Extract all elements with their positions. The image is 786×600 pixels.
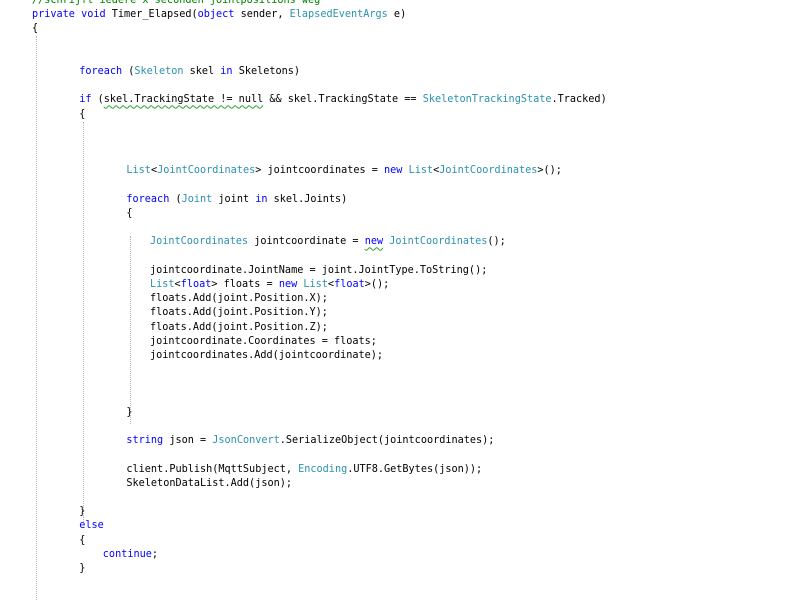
- code-token: in: [220, 66, 233, 77]
- code-token: .Tracked): [551, 94, 607, 106]
- code-token: {: [126, 208, 133, 219]
- code-token: List: [126, 165, 151, 177]
- code-line[interactable]: {: [79, 108, 85, 122]
- code-token: float: [180, 279, 212, 290]
- code-token: {: [32, 23, 39, 35]
- code-token: floats.Add(joint.Position.Y);: [150, 307, 328, 319]
- code-token: Skeletons): [232, 66, 301, 77]
- code-token: client.Publish(MqttSubject,: [126, 463, 299, 475]
- code-token: }: [79, 506, 86, 518]
- code-line[interactable]: floats.Add(joint.Position.X);: [150, 292, 328, 306]
- code-token: json =: [163, 435, 213, 447]
- code-token: skel.Joints): [267, 193, 348, 205]
- code-token: jointcoordinate.Coordinates = floats;: [150, 335, 377, 347]
- code-token: jointcoordinate.JointName = joint.JointT…: [150, 264, 488, 276]
- code-token: Joint: [181, 193, 213, 205]
- code-line[interactable]: {: [79, 534, 85, 548]
- code-token: foreach: [126, 193, 170, 205]
- code-token: float: [334, 279, 365, 290]
- code-line[interactable]: JointCoordinates jointcoordinate = new J…: [150, 235, 506, 249]
- code-token: continue: [102, 548, 152, 560]
- code-token: string: [126, 435, 164, 447]
- code-line[interactable]: jointcoordinate.JointName = joint.JointT…: [150, 264, 487, 278]
- code-token: new: [364, 236, 384, 248]
- code-token: JointCoordinates: [157, 165, 256, 177]
- code-token: jointcoordinate =: [248, 236, 365, 248]
- code-token: new: [278, 279, 298, 290]
- code-token: {: [79, 534, 86, 546]
- code-line[interactable]: if (skel.TrackingState != null && skel.T…: [79, 93, 607, 107]
- code-token: }: [79, 563, 86, 574]
- code-token: e): [387, 9, 407, 21]
- code-token: (: [122, 66, 135, 77]
- code-line[interactable]: jointcoordinate.Coordinates = floats;: [150, 335, 377, 349]
- code-token: else: [79, 520, 104, 532]
- code-token: SkeletonDataList.Add(json);: [126, 477, 292, 489]
- code-token: if: [79, 94, 92, 106]
- code-line[interactable]: List<JointCoordinates> jointcoordinates …: [126, 164, 562, 178]
- code-line[interactable]: jointcoordinates.Add(jointcoordinate);: [150, 349, 383, 363]
- code-editor[interactable]: //schrijft iedere x seconden jointpositi…: [0, 0, 786, 600]
- code-token: SkeletonTrackingState: [422, 94, 552, 106]
- code-token: floats.Add(joint.Position.Z);: [150, 321, 328, 333]
- code-token: Skeleton: [134, 66, 184, 77]
- code-token: List: [408, 165, 434, 177]
- code-token: jointcoordinates.Add(jointcoordinate);: [150, 350, 384, 361]
- code-line[interactable]: else: [79, 519, 104, 533]
- code-token: ;: [151, 548, 159, 560]
- code-token: .UTF8.GetBytes(json));: [347, 463, 483, 475]
- code-line[interactable]: List<float> floats = new List<float>();: [150, 278, 389, 292]
- code-token: >();: [364, 279, 390, 290]
- code-token: void: [81, 9, 106, 21]
- code-token: List: [303, 279, 328, 290]
- code-token: >();: [537, 165, 562, 177]
- code-token: JointCoordinates: [150, 236, 249, 248]
- code-token: ElapsedEventArgs: [289, 9, 388, 21]
- code-line[interactable]: }: [126, 406, 132, 420]
- code-token: floats.Add(joint.Position.X);: [150, 293, 328, 305]
- code-token: Timer_Elapsed(: [105, 9, 198, 21]
- code-token: > floats =: [211, 279, 279, 290]
- code-line[interactable]: {: [126, 207, 132, 221]
- code-line[interactable]: }: [79, 562, 85, 576]
- code-line[interactable]: }: [79, 505, 85, 519]
- code-line[interactable]: string json = JsonConvert.SerializeObjec…: [126, 434, 494, 448]
- code-token: joint: [212, 193, 256, 205]
- code-token: //schrijft iedere x seconden jointpositi…: [32, 0, 321, 6]
- code-token: {: [79, 108, 86, 120]
- code-token: skel.TrackingState != null: [103, 94, 264, 106]
- code-line[interactable]: //schrijft iedere x seconden jointpositi…: [32, 0, 320, 8]
- code-token: foreach: [79, 66, 123, 77]
- code-token: ();: [487, 236, 506, 248]
- code-token: private: [32, 9, 75, 21]
- code-line[interactable]: client.Publish(MqttSubject, Encoding.UTF…: [126, 463, 482, 477]
- code-token: new: [384, 165, 403, 177]
- code-token: JointCoordinates: [389, 236, 488, 248]
- code-line[interactable]: floats.Add(joint.Position.Y);: [150, 306, 328, 320]
- code-token: Encoding: [298, 463, 348, 475]
- indent-guide-line: [83, 122, 84, 522]
- code-token: sender,: [234, 9, 290, 21]
- code-line[interactable]: floats.Add(joint.Position.Z);: [150, 321, 328, 335]
- code-token: }: [126, 406, 133, 418]
- code-token: List: [150, 279, 175, 290]
- code-token: JointCoordinates: [439, 165, 538, 177]
- code-line[interactable]: foreach (Skeleton skel in Skeletons): [79, 65, 300, 79]
- indent-guide-line: [36, 36, 37, 600]
- code-token: skel: [183, 66, 221, 77]
- code-token: && skel.TrackingState ==: [263, 94, 423, 106]
- code-line[interactable]: private void Timer_Elapsed(object sender…: [32, 8, 406, 22]
- code-line[interactable]: continue;: [103, 548, 158, 562]
- code-line[interactable]: foreach (Joint joint in skel.Joints): [126, 193, 347, 207]
- code-token: (: [169, 193, 182, 205]
- code-line[interactable]: {: [32, 22, 38, 36]
- code-token: JsonConvert: [212, 435, 280, 447]
- indent-guide-line: [130, 236, 131, 424]
- code-token: > jointcoordinates =: [255, 165, 385, 177]
- code-line[interactable]: SkeletonDataList.Add(json);: [126, 477, 292, 491]
- code-token: object: [197, 9, 235, 21]
- code-token: in: [255, 193, 268, 205]
- code-token: .SerializeObject(jointcoordinates);: [279, 435, 495, 447]
- code-token: (: [91, 94, 104, 106]
